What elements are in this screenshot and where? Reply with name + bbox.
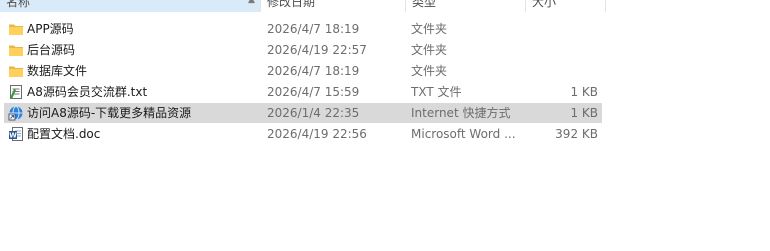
svg-text:W: W bbox=[9, 132, 17, 140]
column-header-name[interactable]: 名称 bbox=[0, 0, 260, 12]
file-name-cell: APP源码 bbox=[4, 19, 262, 39]
file-name-cell: A8源码会员交流群.txt bbox=[4, 82, 262, 102]
word-doc-icon: W bbox=[8, 126, 24, 142]
file-row[interactable]: 访问A8源码-下载更多精品资源 2026/1/4 22:35 Internet … bbox=[4, 103, 602, 123]
column-divider[interactable] bbox=[605, 0, 606, 12]
file-row[interactable]: W 配置文档.doc 2026/4/19 22:56 Microsoft Wor… bbox=[4, 124, 602, 144]
file-name: APP源码 bbox=[27, 22, 74, 36]
column-header: 名称 ▲ 修改日期 类型 大小 bbox=[0, 0, 770, 12]
file-date: 2026/1/4 22:35 bbox=[267, 106, 360, 120]
file-name-cell: 数据库文件 bbox=[4, 61, 262, 81]
file-row[interactable]: 后台源码 2026/4/19 22:57 文件夹 bbox=[4, 40, 602, 60]
file-type: TXT 文件 bbox=[411, 85, 462, 99]
column-header-type[interactable]: 类型 bbox=[406, 0, 526, 12]
file-name: 访问A8源码-下载更多精品资源 bbox=[27, 106, 192, 120]
folder-icon bbox=[8, 63, 24, 79]
file-size: 392 KB bbox=[555, 127, 598, 141]
file-date: 2026/4/19 22:56 bbox=[267, 127, 367, 141]
file-type: 文件夹 bbox=[411, 64, 448, 78]
folder-icon bbox=[8, 42, 24, 58]
file-type: 文件夹 bbox=[411, 43, 448, 57]
file-name-cell: W 配置文档.doc bbox=[4, 124, 262, 144]
file-date: 2026/4/7 15:59 bbox=[267, 85, 360, 99]
file-date: 2026/4/7 18:19 bbox=[267, 22, 360, 36]
file-name: A8源码会员交流群.txt bbox=[27, 85, 148, 99]
file-size bbox=[527, 40, 598, 60]
file-type: Microsoft Word ... bbox=[411, 127, 516, 141]
file-name-cell: 后台源码 bbox=[4, 40, 262, 60]
folder-icon bbox=[8, 21, 24, 37]
file-size bbox=[527, 19, 598, 39]
file-date: 2026/4/19 22:57 bbox=[267, 43, 367, 57]
file-row[interactable]: A8源码会员交流群.txt 2026/4/7 15:59 TXT 文件 1 KB bbox=[4, 82, 602, 102]
file-name: 配置文档.doc bbox=[27, 127, 101, 141]
file-size: 1 KB bbox=[570, 85, 598, 99]
file-size bbox=[527, 61, 598, 81]
file-date: 2026/4/7 18:19 bbox=[267, 64, 360, 78]
file-row[interactable]: APP源码 2026/4/7 18:19 文件夹 bbox=[4, 19, 602, 39]
file-name-cell: 访问A8源码-下载更多精品资源 bbox=[4, 103, 262, 123]
file-type: Internet 快捷方式 bbox=[411, 106, 511, 120]
text-file-icon bbox=[8, 84, 24, 100]
file-row[interactable]: 数据库文件 2026/4/7 18:19 文件夹 bbox=[4, 61, 602, 81]
file-type: 文件夹 bbox=[411, 22, 448, 36]
file-size: 1 KB bbox=[570, 106, 598, 120]
internet-shortcut-icon bbox=[8, 105, 24, 121]
file-explorer: 名称 ▲ 修改日期 类型 大小 APP源码 2026/4/7 18:19 文件夹 bbox=[0, 0, 770, 251]
sort-chevron-icon: ▲ bbox=[248, 0, 255, 5]
file-name: 后台源码 bbox=[27, 43, 76, 57]
file-name: 数据库文件 bbox=[27, 64, 88, 78]
column-header-size[interactable]: 大小 bbox=[526, 0, 606, 12]
column-header-date[interactable]: 修改日期 bbox=[261, 0, 406, 12]
